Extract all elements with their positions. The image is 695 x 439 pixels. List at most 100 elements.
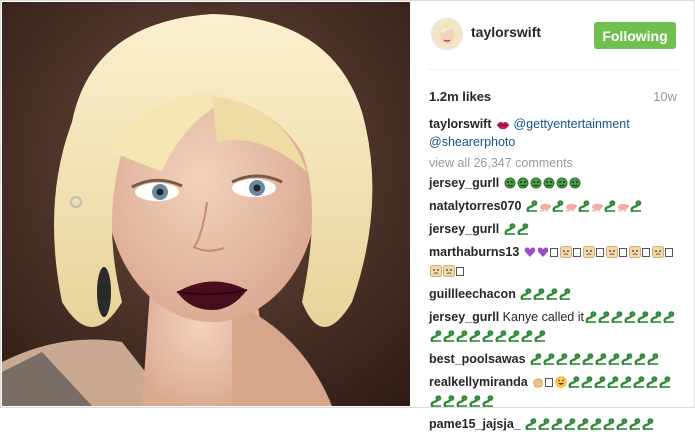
comment-username[interactable]: guillleechacon — [429, 287, 516, 301]
snake-icon — [430, 395, 442, 412]
snake-icon — [647, 353, 659, 370]
snake-icon — [659, 376, 671, 393]
snake-icon — [520, 288, 532, 305]
snake-face-icon — [504, 177, 516, 194]
hand-icon — [532, 376, 544, 393]
caption-username[interactable]: taylorswift — [429, 117, 492, 131]
face-icon — [628, 246, 641, 263]
avatar[interactable] — [431, 18, 463, 50]
missing-glyph-icon — [572, 248, 581, 257]
snake-icon — [569, 353, 581, 370]
face-icon — [605, 246, 618, 263]
snake-icon — [469, 330, 481, 347]
snake-icon — [582, 353, 594, 370]
post-header: taylorswift Following — [411, 2, 694, 66]
snake-icon — [637, 311, 649, 328]
snake-icon — [517, 223, 529, 240]
comment-username[interactable]: marthaburns13 — [429, 245, 519, 259]
comment-username[interactable]: natalytorres070 — [429, 199, 521, 213]
snake-icon — [525, 418, 537, 435]
comment-row: guillleechacon — [429, 286, 681, 305]
missing-glyph-icon — [595, 248, 604, 257]
caption: taylorswift @gettyentertainment @shearer… — [429, 116, 681, 150]
snake-icon — [534, 330, 546, 347]
snake-icon — [504, 223, 516, 240]
snake-face-icon — [556, 177, 568, 194]
snake-icon — [624, 311, 636, 328]
comment-row: marthaburns13 — [429, 244, 681, 282]
purple-heart-icon — [537, 246, 549, 263]
snake-icon — [533, 288, 545, 305]
comment-username[interactable]: best_poolsawas — [429, 352, 526, 366]
missing-glyph-icon — [618, 248, 627, 257]
snake-icon — [650, 311, 662, 328]
snake-icon — [482, 330, 494, 347]
comment-username[interactable]: realkellymiranda — [429, 375, 528, 389]
likes-count[interactable]: 1.2m likes — [429, 89, 491, 104]
snake-icon — [603, 418, 615, 435]
comment-username[interactable]: pame15_jajsja_ — [429, 417, 521, 431]
snake-icon — [633, 376, 645, 393]
snake-face-icon — [517, 177, 529, 194]
mention-gettyentertainment[interactable]: @gettyentertainment — [513, 117, 629, 131]
view-all-comments-link[interactable]: view all 26,347 comments — [429, 156, 681, 170]
snake-icon — [616, 418, 628, 435]
snake-icon — [608, 353, 620, 370]
snake-icon — [559, 288, 571, 305]
snake-icon — [611, 311, 623, 328]
comment-username[interactable]: jersey_gurll — [429, 176, 499, 190]
snake-icon — [568, 376, 580, 393]
snake-icon — [482, 395, 494, 412]
snake-icon — [443, 330, 455, 347]
snake-icon — [578, 200, 590, 217]
pig-icon — [539, 200, 551, 217]
snake-icon — [598, 311, 610, 328]
face-icon — [559, 246, 572, 263]
snake-icon — [630, 200, 642, 217]
comment-row: jersey_gurll — [429, 221, 681, 240]
snake-icon — [646, 376, 658, 393]
snake-face-icon — [543, 177, 555, 194]
snake-icon — [508, 330, 520, 347]
snake-icon — [552, 200, 564, 217]
header-username[interactable]: taylorswift — [471, 24, 541, 40]
comment-username[interactable]: jersey_gurll — [429, 222, 499, 236]
snake-icon — [590, 418, 602, 435]
post-card: taylorswift Following 1.2m likes 10w tay… — [0, 0, 695, 431]
comment-text: Kanye called it — [502, 310, 584, 324]
snake-icon — [594, 376, 606, 393]
snake-icon — [581, 376, 593, 393]
snake-icon — [495, 330, 507, 347]
snake-icon — [526, 200, 538, 217]
pig-icon — [617, 200, 629, 217]
snake-icon — [577, 418, 589, 435]
comment-row: jersey_gurll Kanye called it — [429, 309, 681, 347]
post-age[interactable]: 10w — [653, 89, 677, 104]
snake-icon — [530, 353, 542, 370]
following-button[interactable]: Following — [594, 22, 676, 49]
snake-icon — [585, 311, 597, 328]
mention-shearerphoto[interactable]: @shearerphoto — [429, 135, 515, 149]
post-photo[interactable] — [2, 2, 410, 406]
lips-icon — [496, 118, 510, 134]
snake-icon — [443, 395, 455, 412]
snake-icon — [564, 418, 576, 435]
comment-row: jersey_gurll — [429, 175, 681, 194]
snake-face-icon — [569, 177, 581, 194]
missing-glyph-icon — [545, 378, 554, 387]
snake-icon — [543, 353, 555, 370]
comment-username[interactable]: jersey_gurll — [429, 310, 499, 324]
avatar-image — [431, 18, 463, 50]
grin-icon — [555, 376, 567, 393]
comment-row: realkellymiranda — [429, 374, 681, 412]
snake-icon — [469, 395, 481, 412]
snake-icon — [634, 353, 646, 370]
snake-icon — [595, 353, 607, 370]
snake-icon — [538, 418, 550, 435]
comment-row: best_poolsawas — [429, 351, 681, 370]
missing-glyph-icon — [456, 267, 464, 276]
pig-icon — [565, 200, 577, 217]
snake-icon — [604, 200, 616, 217]
comment-list: jersey_gurll natalytorres070 jersey_gurl… — [429, 175, 681, 435]
comment-row: pame15_jajsja_ — [429, 416, 681, 435]
